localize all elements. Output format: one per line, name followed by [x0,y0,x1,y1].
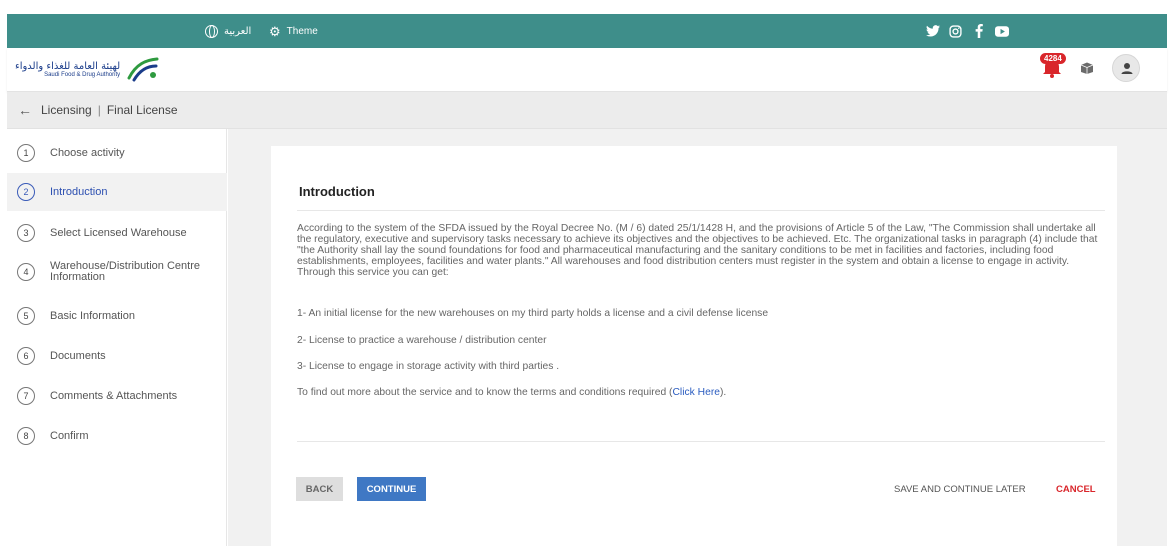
step-number: 8 [17,427,35,445]
step-comments-attachments[interactable]: 7 Comments & Attachments [7,377,227,415]
more-info-text: To find out more about the service and t… [297,387,1105,398]
step-label: Confirm [50,429,89,442]
service-item: 3- License to engage in storage activity… [297,361,560,372]
step-basic-information[interactable]: 5 Basic Information [7,297,227,335]
click-here-link[interactable]: Click Here [672,387,720,398]
more-info-prefix: To find out more about the service and t… [297,387,673,398]
sfda-logo[interactable]: لهيئة العامة للغذاء والدواء Saudi Food &… [15,56,160,82]
step-label: Choose activity [50,146,125,159]
breadcrumb-separator: | [97,103,101,117]
box-icon[interactable] [1080,62,1094,74]
logo-arabic-text: لهيئة العامة للغذاء والدواء [15,60,121,72]
gear-icon: ⚙ [269,23,281,39]
app-header: لهيئة العامة للغذاء والدواء Saudi Food &… [7,48,1167,92]
page-title: Introduction [299,184,375,199]
instagram-icon[interactable] [948,24,963,39]
facebook-icon[interactable] [971,24,986,39]
theme-switch[interactable]: ⚙ Theme [269,14,318,48]
step-select-licensed-warehouse[interactable]: 3 Select Licensed Warehouse [7,214,227,252]
step-introduction[interactable]: 2 Introduction [7,173,227,211]
user-icon [1121,63,1133,74]
service-item: 1- An initial license for the new wareho… [297,308,769,319]
step-number: 4 [17,263,35,281]
step-number: 2 [17,183,35,201]
service-item: 2- License to practice a warehouse / dis… [297,335,547,346]
back-button[interactable]: BACK [296,477,343,501]
step-number: 3 [17,224,35,242]
breadcrumb: ← Licensing | Final License [7,92,1167,129]
intro-paragraph: According to the system of the SFDA issu… [297,223,1098,278]
step-number: 6 [17,347,35,365]
step-documents[interactable]: 6 Documents [7,337,227,375]
step-label: Select Licensed Warehouse [50,226,187,239]
logo-text: لهيئة العامة للغذاء والدواء Saudi Food &… [15,61,120,78]
main-content: Introduction According to the system of … [228,129,1167,546]
language-switch[interactable]: العربية [205,14,251,48]
sfda-logo-icon [127,57,159,82]
logo-english-text: Saudi Food & Drug Authority [44,71,121,78]
step-number: 1 [17,144,35,162]
globe-icon [205,24,218,38]
top-bar: العربية ⚙ Theme [7,14,1167,48]
more-info-suffix: ). [719,387,727,398]
back-arrow-icon[interactable]: ← [18,102,32,118]
step-choose-activity[interactable]: 1 Choose activity [7,134,227,172]
cancel-button[interactable]: CANCEL [1056,484,1096,495]
save-and-continue-later-button[interactable]: SAVE AND CONTINUE LATER [894,484,1026,495]
step-label: Basic Information [50,309,135,322]
breadcrumb-section[interactable]: Licensing [41,103,92,117]
step-warehouse-information[interactable]: 4 Warehouse/Distribution Centre Informat… [7,253,227,291]
step-label: Introduction [50,185,108,198]
step-label: Comments & Attachments [50,389,178,402]
step-label: Warehouse/Distribution Centre Informatio… [50,260,200,283]
breadcrumb-trail: Licensing | Final License [41,103,178,117]
youtube-icon[interactable] [994,24,1009,39]
title-divider [297,210,1105,211]
step-label: Documents [50,349,106,362]
social-links [925,14,1009,48]
step-confirm[interactable]: 8 Confirm [7,417,227,455]
continue-button[interactable]: CONTINUE [357,477,426,501]
language-label: العربية [224,25,252,37]
twitter-icon[interactable] [925,24,940,39]
actions-divider [297,441,1105,442]
step-number: 5 [17,307,35,325]
theme-label: Theme [286,25,318,37]
notification-count-badge: 4284 [1040,53,1066,64]
steps-sidebar: 1 Choose activity 2 Introduction 3 Selec… [7,129,227,546]
user-avatar[interactable] [1112,54,1140,82]
step-number: 7 [17,387,35,405]
breadcrumb-page: Final License [106,103,178,117]
